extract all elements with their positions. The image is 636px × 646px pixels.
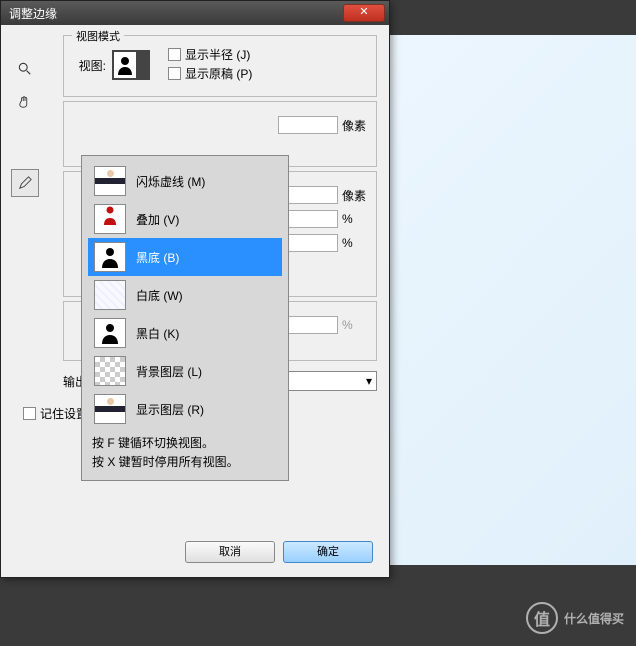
param-input[interactable] bbox=[278, 116, 338, 134]
hand-icon bbox=[18, 94, 32, 108]
dropdown-item-label: 白底 (W) bbox=[136, 287, 183, 304]
dropdown-item-black-white[interactable]: 黑白 (K) bbox=[88, 314, 282, 352]
hint-line: 按 F 键循环切换视图。 bbox=[92, 434, 278, 453]
dropdown-hint: 按 F 键循环切换视图。 按 X 键暂时停用所有视图。 bbox=[88, 428, 282, 474]
unit-label: % bbox=[342, 212, 366, 226]
cancel-button[interactable]: 取消 bbox=[185, 541, 275, 563]
view-mode-legend: 视图模式 bbox=[72, 28, 124, 44]
dropdown-item-on-white[interactable]: 白底 (W) bbox=[88, 276, 282, 314]
show-radius-checkbox[interactable]: 显示半径 (J) bbox=[168, 46, 252, 63]
silhouette-icon bbox=[116, 55, 134, 75]
unit-label: % bbox=[342, 318, 366, 332]
hint-line: 按 X 键暂时停用所有视图。 bbox=[92, 453, 278, 472]
dropdown-item-label: 叠加 (V) bbox=[136, 211, 179, 228]
thumb-icon bbox=[94, 356, 126, 386]
checkbox-icon bbox=[23, 407, 36, 420]
dropdown-item-on-layers[interactable]: 背景图层 (L) bbox=[88, 352, 282, 390]
show-radius-label: 显示半径 (J) bbox=[185, 46, 250, 63]
titlebar[interactable]: 调整边缘 ✕ bbox=[1, 1, 389, 25]
dropdown-item-label: 黑白 (K) bbox=[136, 325, 179, 342]
dropdown-item-on-black[interactable]: 黑底 (B) bbox=[88, 238, 282, 276]
dropdown-item-label: 显示图层 (R) bbox=[136, 401, 204, 418]
dropdown-item-marching-ants[interactable]: 闪烁虚线 (M) bbox=[88, 162, 282, 200]
hand-tool[interactable] bbox=[11, 87, 39, 115]
thumb-icon bbox=[94, 394, 126, 424]
dropdown-item-label: 黑底 (B) bbox=[136, 249, 179, 266]
watermark-icon: 值 bbox=[526, 602, 558, 634]
ok-button[interactable]: 确定 bbox=[283, 541, 373, 563]
thumb-icon bbox=[94, 166, 126, 196]
brush-tool[interactable] bbox=[11, 169, 39, 197]
zoom-tool[interactable] bbox=[11, 55, 39, 83]
checkbox-icon bbox=[168, 67, 181, 80]
checkbox-icon bbox=[168, 48, 181, 61]
dropdown-item-overlay[interactable]: 叠加 (V) bbox=[88, 200, 282, 238]
unit-label: 像素 bbox=[342, 187, 366, 204]
thumb-icon bbox=[94, 280, 126, 310]
show-original-checkbox[interactable]: 显示原稿 (P) bbox=[168, 65, 252, 82]
thumb-icon bbox=[94, 242, 126, 272]
view-dropdown[interactable] bbox=[112, 50, 150, 80]
view-mode-fieldset: 视图模式 视图: 显示半径 (J) 显示原稿 (P) bbox=[63, 35, 377, 97]
close-button[interactable]: ✕ bbox=[343, 4, 385, 22]
chevron-down-icon: ▾ bbox=[366, 374, 372, 388]
show-original-label: 显示原稿 (P) bbox=[185, 65, 252, 82]
watermark-text: 什么值得买 bbox=[564, 610, 624, 627]
dialog-buttons: 取消 确定 bbox=[185, 533, 385, 563]
dropdown-item-label: 背景图层 (L) bbox=[136, 363, 202, 380]
view-label: 视图: bbox=[74, 57, 106, 74]
unit-label: % bbox=[342, 236, 366, 250]
magnifier-icon bbox=[18, 62, 32, 76]
dropdown-item-label: 闪烁虚线 (M) bbox=[136, 173, 205, 190]
thumb-icon bbox=[94, 204, 126, 234]
brush-icon bbox=[18, 176, 32, 190]
thumb-icon bbox=[94, 318, 126, 348]
watermark: 值 什么值得买 bbox=[526, 602, 624, 634]
view-dropdown-panel: 闪烁虚线 (M) 叠加 (V) 黑底 (B) 白底 (W) 黑白 (K) 背景图… bbox=[81, 155, 289, 481]
refine-edge-dialog: 调整边缘 ✕ 视图模式 视图: bbox=[0, 0, 390, 578]
unit-label: 像素 bbox=[342, 117, 366, 134]
dropdown-item-reveal-layer[interactable]: 显示图层 (R) bbox=[88, 390, 282, 428]
tool-column bbox=[11, 55, 39, 201]
dialog-title: 调整边缘 bbox=[5, 5, 343, 22]
